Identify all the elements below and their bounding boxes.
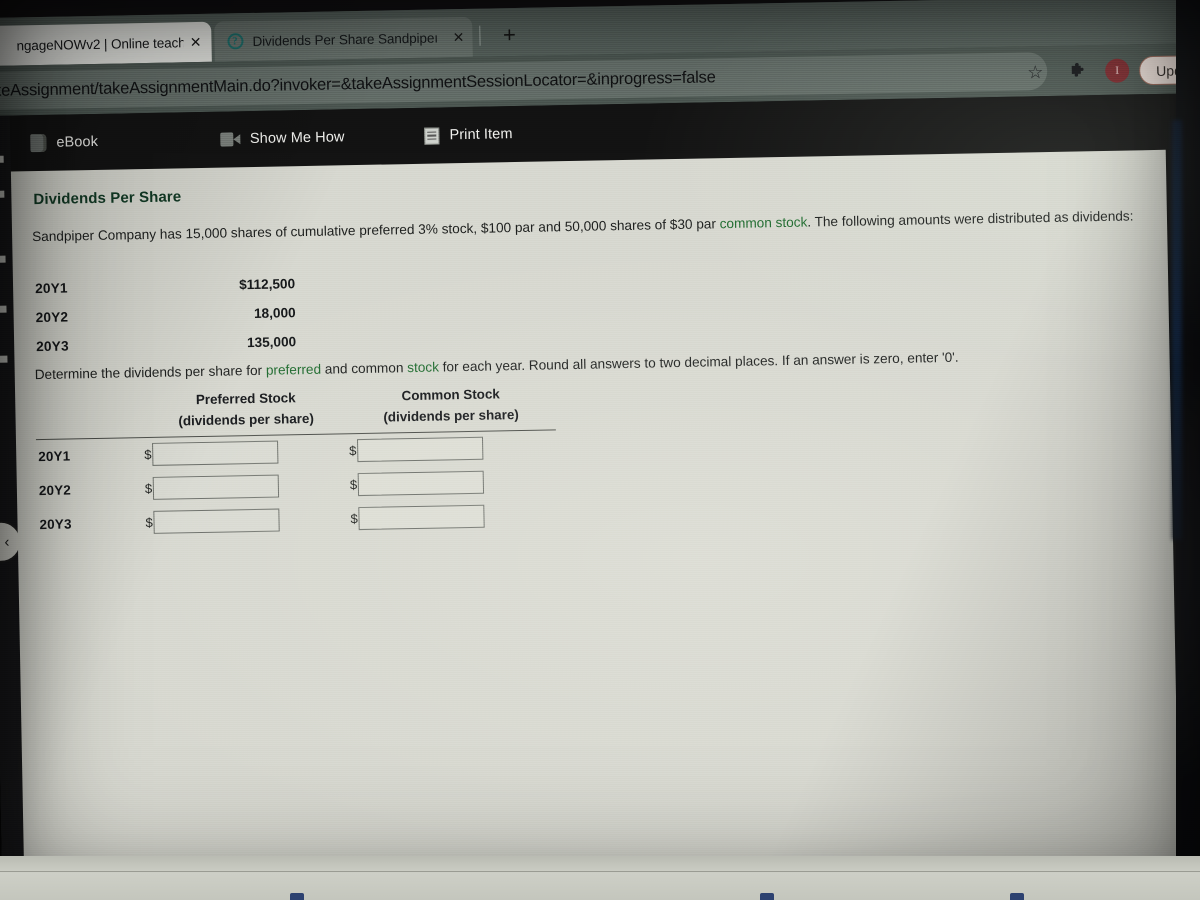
print-item-button[interactable]: Print Item xyxy=(424,126,513,145)
tab-title: ngageNOWv2 | Online teach xyxy=(16,34,184,53)
common-cell: $ xyxy=(350,470,555,497)
distributions-list: 20Y1 $112,500 20Y2 18,000 20Y3 135,000 xyxy=(35,269,297,361)
laptop-base-seam xyxy=(0,870,1200,872)
rail-mark xyxy=(0,190,5,198)
new-tab-button[interactable]: + xyxy=(494,21,525,50)
chevron-left-icon: ‹ xyxy=(4,533,10,551)
preferred-cell: $ xyxy=(145,474,350,501)
laptop-base xyxy=(0,856,1200,900)
currency-symbol: $ xyxy=(145,515,153,531)
preferred-dividend-input-20Y2[interactable] xyxy=(152,474,280,501)
ebook-button[interactable]: eBook xyxy=(30,133,99,153)
preferred-cell: $ xyxy=(144,440,349,467)
keyboard-key xyxy=(1010,893,1024,900)
row-year-label: 20Y1 xyxy=(38,448,71,465)
header-spacer xyxy=(35,391,144,435)
currency-symbol: $ xyxy=(144,481,153,497)
preferred-dividend-input-20Y1[interactable] xyxy=(152,440,279,467)
currency-symbol: $ xyxy=(349,443,357,459)
rail-mark xyxy=(0,255,6,263)
row-year-label: 20Y2 xyxy=(38,482,72,499)
column-header-line2: (dividends per share) xyxy=(178,410,314,429)
show-me-how-button[interactable]: Show Me How xyxy=(220,129,345,147)
page-content: ‹ eBook Show Me How Print Item Dividends… xyxy=(0,92,1200,898)
preferred-dividend-input-20Y3[interactable] xyxy=(153,508,280,535)
common-dividend-input-20Y2[interactable] xyxy=(357,471,485,497)
bookmark-star-icon[interactable]: ☆ xyxy=(1027,62,1044,82)
column-header-common-stock: Common Stock (dividends per share) xyxy=(348,383,554,428)
video-camera-icon xyxy=(220,132,240,146)
ebook-label: eBook xyxy=(56,133,99,151)
keyboard-key xyxy=(290,893,304,900)
tab-divider xyxy=(479,25,481,46)
address-bar-url: /takeAssignment/takeAssignmentMain.do?in… xyxy=(0,67,716,100)
answer-table: Preferred Stock (dividends per share) Co… xyxy=(35,383,558,542)
tab-close-icon[interactable]: ✕ xyxy=(453,28,465,45)
document-print-icon xyxy=(424,126,440,145)
browser-window: ngageNOWv2 | Online teach ✕ ? Dividends … xyxy=(0,0,1200,898)
row-year-label: 20Y3 xyxy=(39,516,72,533)
puzzle-piece-icon[interactable] xyxy=(1069,61,1088,80)
tab-favicon-blank xyxy=(0,37,8,54)
tab-favicon-question-mark: ? xyxy=(226,33,244,50)
column-header-preferred-stock: Preferred Stock (dividends per share) xyxy=(143,387,349,432)
preferred-cell: $ xyxy=(145,508,350,535)
book-icon xyxy=(30,133,47,153)
rail-mark xyxy=(0,305,7,313)
list-item: 20Y3 135,000 xyxy=(36,327,297,361)
question-mark-icon: ? xyxy=(226,33,244,50)
tab-title: Dividends Per Share Sandpipeı xyxy=(252,29,439,49)
distribution-year: 20Y2 xyxy=(35,309,69,326)
laptop-screen-photo: ngageNOWv2 | Online teach ✕ ? Dividends … xyxy=(0,0,1200,900)
currency-symbol: $ xyxy=(350,511,358,527)
screen-edge-glow xyxy=(1172,120,1182,540)
keyboard-key xyxy=(760,893,774,900)
print-item-label: Print Item xyxy=(449,126,513,144)
rail-mark xyxy=(0,355,8,363)
answer-table-header: Preferred Stock (dividends per share) Co… xyxy=(35,383,556,434)
common-cell: $ xyxy=(350,504,555,531)
instruction-text-1: Determine the dividends per share for xyxy=(34,362,267,383)
instruction-text-3: for each year. Round all answers to two … xyxy=(438,349,959,375)
glossary-link-common-stock[interactable]: common stock xyxy=(720,215,808,232)
glossary-link-preferred[interactable]: preferred xyxy=(266,362,321,378)
instruction-text-2: and common xyxy=(320,360,408,377)
column-header-line2: (dividends per share) xyxy=(383,406,519,425)
distribution-amount: $112,500 xyxy=(238,276,296,293)
distribution-year: 20Y3 xyxy=(36,338,69,355)
browser-tab-dividends-per-share[interactable]: ? Dividends Per Share Sandpipeı ✕ xyxy=(214,16,473,62)
common-cell: $ xyxy=(349,436,554,463)
currency-symbol: $ xyxy=(144,447,152,463)
question-body-text-2: . The following amounts were distributed… xyxy=(807,208,1134,230)
currency-symbol: $ xyxy=(349,477,358,493)
page-title: Dividends Per Share xyxy=(33,188,182,209)
glossary-link-stock[interactable]: stock xyxy=(407,360,439,376)
tab-close-icon[interactable]: ✕ xyxy=(190,33,202,50)
question-card: Dividends Per Share Sandpiper Company ha… xyxy=(10,149,1180,898)
question-body-text-1: Sandpiper Company has 15,000 shares of c… xyxy=(31,216,720,245)
distribution-year: 20Y1 xyxy=(34,280,68,297)
common-dividend-input-20Y1[interactable] xyxy=(357,437,484,463)
common-dividend-input-20Y3[interactable] xyxy=(358,505,485,531)
distribution-amount: 135,000 xyxy=(246,334,297,351)
rail-mark xyxy=(0,155,4,163)
distribution-amount: 18,000 xyxy=(253,305,296,321)
browser-tab-cengagenow[interactable]: ngageNOWv2 | Online teach ✕ xyxy=(0,21,212,67)
profile-avatar[interactable]: I xyxy=(1104,58,1130,83)
question-body: Sandpiper Company has 15,000 shares of c… xyxy=(32,204,1162,249)
show-me-how-label: Show Me How xyxy=(249,129,345,148)
